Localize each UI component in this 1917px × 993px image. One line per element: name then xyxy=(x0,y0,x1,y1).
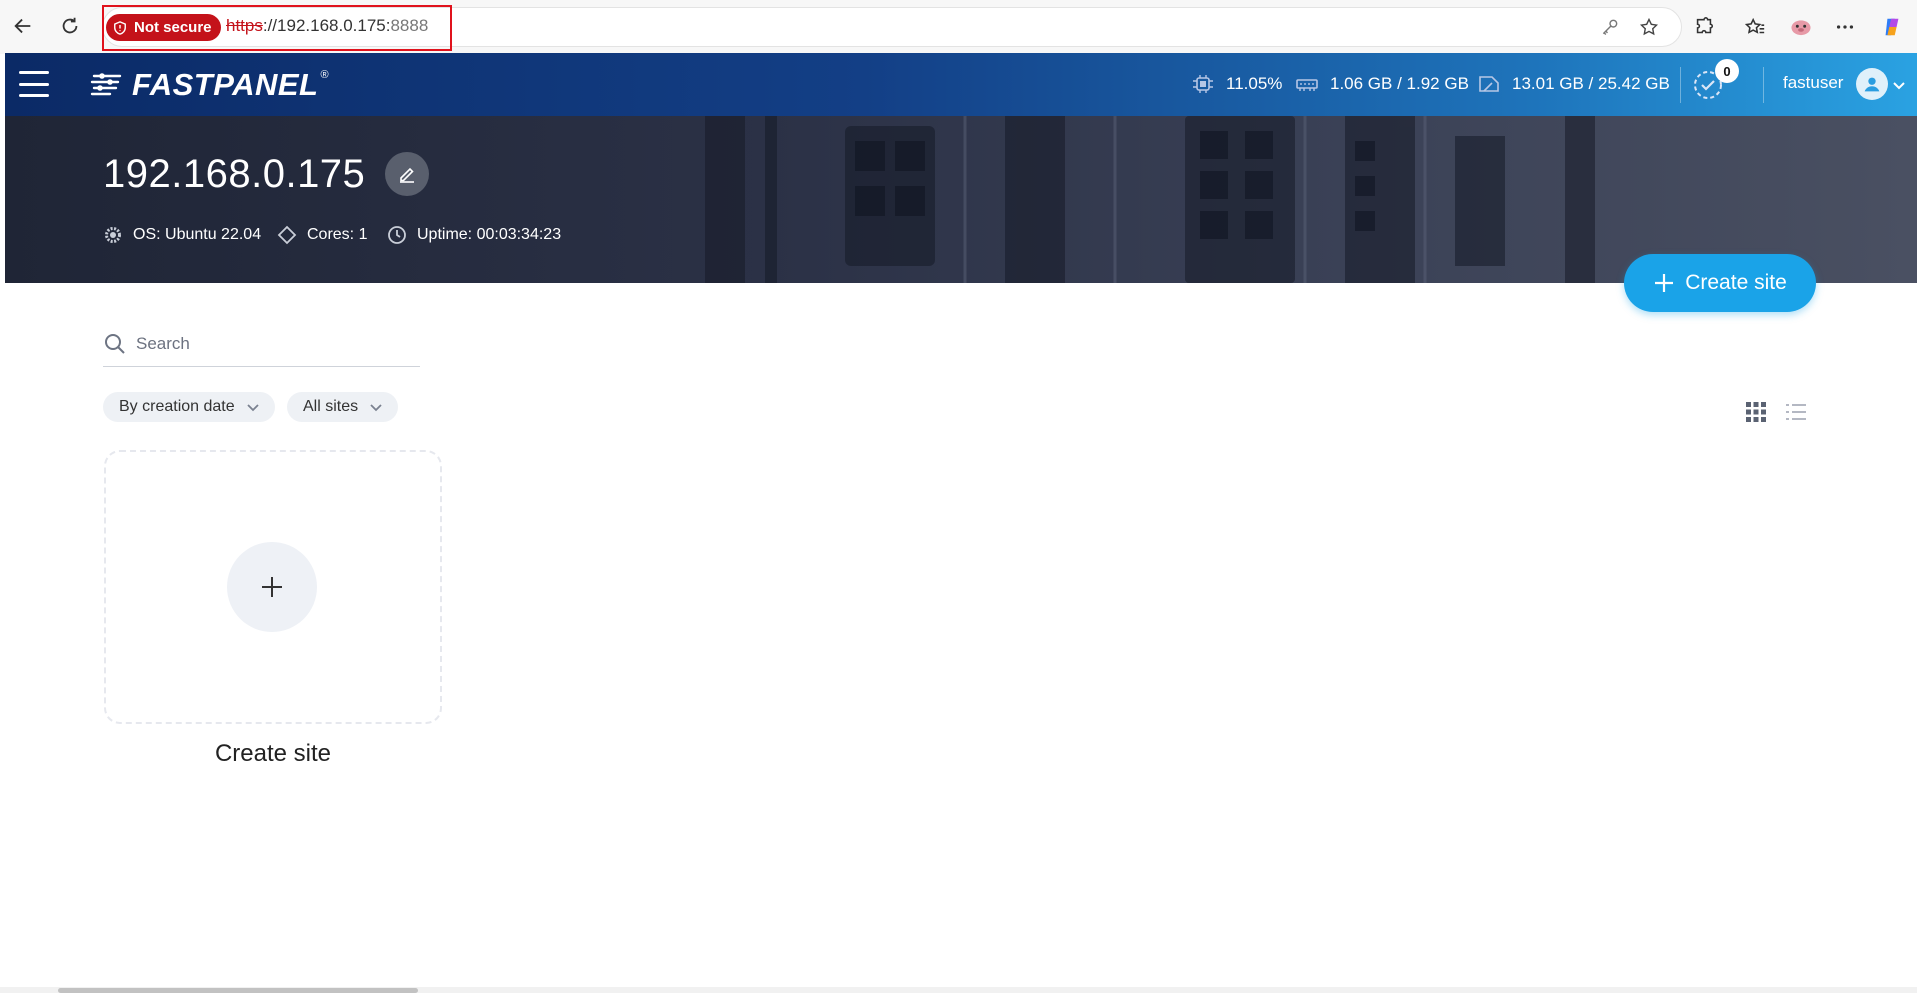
disk-value: 13.01 GB / 25.42 GB xyxy=(1512,74,1670,93)
username-label[interactable]: fastuser xyxy=(1783,73,1843,93)
plus-icon xyxy=(1655,274,1674,292)
search-input[interactable] xyxy=(136,329,416,359)
disk-stat: 13.01 GB / 25.42 GB xyxy=(1478,74,1670,94)
cpu-stat: 11.05% xyxy=(1192,74,1282,94)
copilot-icon[interactable] xyxy=(1878,13,1906,41)
site-type-dropdown[interactable]: All sites xyxy=(287,392,399,422)
search-icon xyxy=(105,334,125,354)
sort-dropdown[interactable]: By creation date xyxy=(103,392,275,422)
address-highlight-box xyxy=(102,5,452,51)
os-label: OS: Ubuntu 22.04 xyxy=(133,226,262,243)
notification-count-badge: 0 xyxy=(1715,59,1739,83)
ram-stat: 1.06 GB / 1.92 GB xyxy=(1296,74,1469,94)
chevron-down-icon xyxy=(370,404,382,412)
edit-server-name-button[interactable] xyxy=(385,152,429,196)
uptime-info: Uptime: 00:03:34:23 xyxy=(387,225,561,245)
cpu-value: 11.05% xyxy=(1226,74,1283,93)
pencil-icon xyxy=(400,167,414,183)
add-site-button[interactable] xyxy=(227,542,317,632)
profile-icon[interactable] xyxy=(1784,13,1818,41)
os-info: OS: Ubuntu 22.04 xyxy=(103,225,261,245)
horizontal-scrollbar-thumb[interactable] xyxy=(58,988,418,993)
server-rack-background xyxy=(705,116,1595,283)
star-icon[interactable] xyxy=(1637,15,1661,39)
grid-view-icon[interactable] xyxy=(1744,400,1768,424)
header-divider xyxy=(1680,67,1681,103)
plus-icon xyxy=(262,577,282,597)
cores-label: Cores: 1 xyxy=(307,226,368,243)
site-type-label: All sites xyxy=(303,398,359,415)
diamond-icon xyxy=(277,225,297,245)
cpu-icon xyxy=(1193,75,1213,93)
reload-icon[interactable] xyxy=(55,11,85,41)
cores-info: Cores: 1 xyxy=(277,225,367,245)
uptime-label: Uptime: 00:03:34:23 xyxy=(417,226,562,243)
clock-icon xyxy=(388,226,406,244)
gear-icon xyxy=(105,227,121,243)
chevron-down-icon xyxy=(246,404,259,412)
ram-value: 1.06 GB / 1.92 GB xyxy=(1330,74,1469,93)
logo-registered-mark: ® xyxy=(320,69,329,81)
back-icon[interactable] xyxy=(8,11,38,41)
search-box xyxy=(103,325,420,367)
server-hero-banner: 192.168.0.175 OS: Ubuntu 22.04 Cores: 1 … xyxy=(5,116,1917,283)
chevron-down-icon[interactable] xyxy=(1891,77,1907,93)
menu-icon[interactable] xyxy=(19,71,49,97)
server-title: 192.168.0.175 xyxy=(103,152,366,196)
list-view-icon[interactable] xyxy=(1784,400,1808,424)
user-avatar-icon[interactable] xyxy=(1856,68,1888,100)
create-site-label: Create site xyxy=(1685,271,1787,294)
sort-label: By creation date xyxy=(119,398,235,415)
extensions-icon[interactable] xyxy=(1690,13,1718,41)
favorites-icon[interactable] xyxy=(1741,13,1769,41)
fastpanel-logo[interactable]: FASTPANEL ® xyxy=(90,67,329,103)
header-divider xyxy=(1763,67,1764,103)
key-icon[interactable] xyxy=(1598,15,1622,39)
create-site-card-label[interactable]: Create site xyxy=(104,740,442,768)
app-header: FASTPANEL ® 11.05% 1.06 GB / 1.92 GB 13.… xyxy=(5,53,1917,116)
create-site-button[interactable]: Create site xyxy=(1624,254,1816,312)
disk-icon xyxy=(1479,76,1499,92)
browser-toolbar: Not secure https://192.168.0.175:8888 xyxy=(0,0,1917,54)
logo-text: FASTPANEL xyxy=(132,67,319,102)
more-icon[interactable] xyxy=(1831,13,1859,41)
logo-mark-icon xyxy=(90,73,122,96)
ram-icon xyxy=(1296,79,1318,91)
